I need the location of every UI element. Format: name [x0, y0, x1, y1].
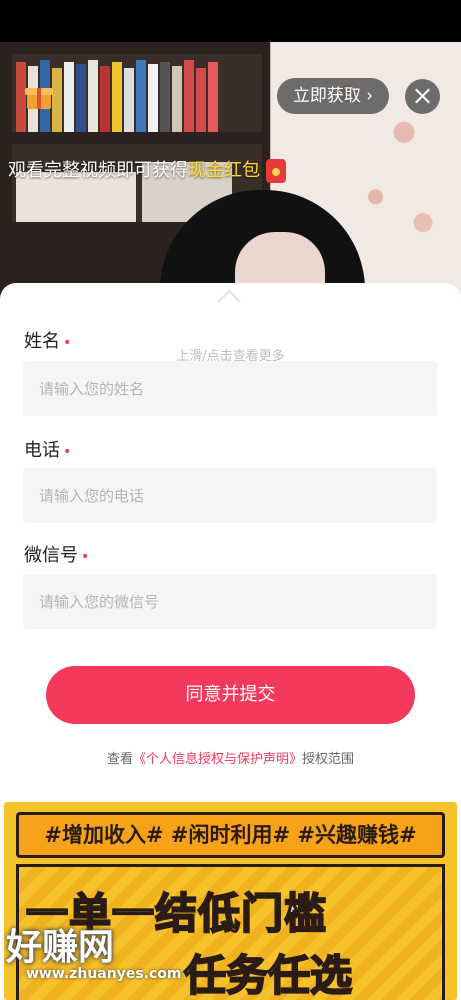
consent-text: 查看《个人信息授权与保护声明》授权范围	[0, 748, 461, 767]
wechat-input[interactable]	[23, 574, 437, 629]
get-now-button[interactable]: 立即获取 ›	[277, 78, 389, 114]
consent-prefix: 查看	[106, 752, 133, 767]
banner-prefix: 观看完整视频即可获得	[8, 160, 188, 181]
watermark-url: www.zhuanyes.com	[26, 966, 182, 982]
banner-highlight: 现金红包	[188, 160, 260, 181]
reward-banner: 观看完整视频即可获得现金红包	[8, 156, 286, 186]
name-input[interactable]	[23, 361, 437, 416]
gift-icon[interactable]	[25, 82, 53, 110]
promo-headline-2: 任务任选	[183, 950, 353, 1000]
name-label-text: 姓名	[24, 331, 60, 352]
consent-suffix: 授权范围	[302, 752, 355, 767]
wechat-label: 微信号 •	[24, 541, 89, 567]
red-packet-icon	[266, 159, 286, 183]
submit-button[interactable]: 同意并提交	[46, 666, 415, 724]
promo-tags: #增加收入# #闲时利用# #兴趣赚钱#	[16, 812, 445, 858]
name-label: 姓名 •	[24, 327, 71, 353]
phone-label: 电话 •	[24, 436, 71, 462]
close-icon[interactable]	[405, 79, 440, 114]
privacy-statement-link[interactable]: 《个人信息授权与保护声明》	[133, 752, 302, 767]
phone-input[interactable]	[23, 468, 437, 523]
wechat-label-text: 微信号	[24, 545, 78, 566]
required-mark: •	[63, 335, 72, 351]
watermark-logo: 好赚网	[6, 927, 115, 968]
required-mark: •	[81, 549, 90, 565]
required-mark: •	[63, 444, 72, 460]
phone-label-text: 电话	[24, 440, 60, 461]
status-bar	[0, 0, 461, 42]
